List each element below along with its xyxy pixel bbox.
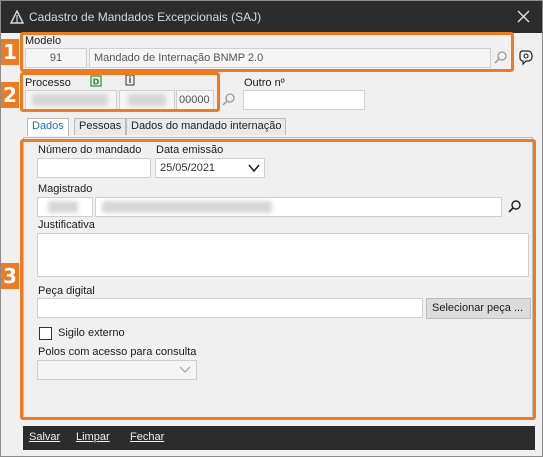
justificativa-label: Justificativa: [38, 219, 95, 231]
data-emissao-field[interactable]: 25/05/2021: [155, 158, 265, 178]
magistrado-code-field[interactable]: [37, 197, 93, 217]
magistrado-name-field[interactable]: [95, 197, 502, 217]
salvar-button[interactable]: Salvar: [29, 431, 60, 443]
tab-dados-mandado-internacao[interactable]: Dados do mandado internação: [126, 118, 287, 135]
magistrado-search-icon[interactable]: [506, 198, 524, 216]
outro-numero-field[interactable]: [243, 90, 365, 110]
close-icon[interactable]: [510, 5, 536, 29]
info-document-icon[interactable]: [123, 73, 137, 87]
numero-mandado-label: Número do mandado: [38, 144, 142, 156]
polos-chevron-down-icon[interactable]: [179, 366, 191, 374]
sigilo-externo-checkbox[interactable]: [39, 327, 52, 340]
data-emissao-value: 25/05/2021: [160, 162, 216, 174]
title-bar: Cadastro de Mandados Excepcionais (SAJ): [1, 1, 542, 33]
svg-text:D: D: [93, 78, 100, 87]
footer-bar: Salvar Limpar Fechar: [23, 426, 535, 450]
document-status-icon[interactable]: D: [89, 74, 103, 88]
tab-pessoas[interactable]: Pessoas: [74, 118, 127, 135]
modelo-code-field[interactable]: 91: [25, 48, 87, 68]
justificativa-textarea[interactable]: [37, 233, 529, 277]
processo-search-icon[interactable]: [220, 91, 238, 109]
peca-digital-field[interactable]: [37, 298, 423, 318]
annotation-badge-2: 2: [1, 82, 19, 108]
processo-number-field[interactable]: [25, 90, 117, 110]
window-title: Cadastro de Mandados Excepcionais (SAJ): [29, 10, 262, 24]
processo-digit-field[interactable]: [119, 90, 175, 110]
magistrado-label: Magistrado: [38, 183, 93, 195]
sigilo-externo-label: Sigilo externo: [58, 327, 125, 339]
app-logo-icon: [10, 10, 24, 24]
processo-suffix-field[interactable]: 00000: [176, 90, 214, 110]
numero-mandado-field[interactable]: [37, 158, 151, 178]
chevron-down-icon[interactable]: [248, 163, 260, 173]
selecionar-peca-button[interactable]: Selecionar peça ...: [426, 298, 531, 319]
polos-select[interactable]: [37, 360, 197, 380]
limpar-button[interactable]: Limpar: [76, 431, 110, 443]
dialog-window: Cadastro de Mandados Excepcionais (SAJ) …: [0, 0, 543, 457]
annotation-badge-1: 1: [1, 39, 19, 65]
modelo-search-icon[interactable]: [492, 49, 510, 67]
outro-numero-label: Outro nº: [244, 77, 285, 89]
processo-label: Processo: [25, 77, 71, 89]
polos-label: Polos com acesso para consulta: [38, 346, 197, 358]
modelo-lookup-icon[interactable]: [517, 48, 535, 66]
modelo-label: Modelo: [25, 35, 62, 47]
tab-dados[interactable]: Dados: [27, 118, 69, 136]
modelo-description-field[interactable]: Mandado de Internação BNMP 2.0: [89, 48, 491, 68]
fechar-button[interactable]: Fechar: [130, 431, 164, 443]
peca-digital-label: Peça digital: [38, 285, 95, 297]
data-emissao-label: Data emissão: [156, 144, 224, 156]
annotation-badge-3: 3: [1, 263, 19, 289]
